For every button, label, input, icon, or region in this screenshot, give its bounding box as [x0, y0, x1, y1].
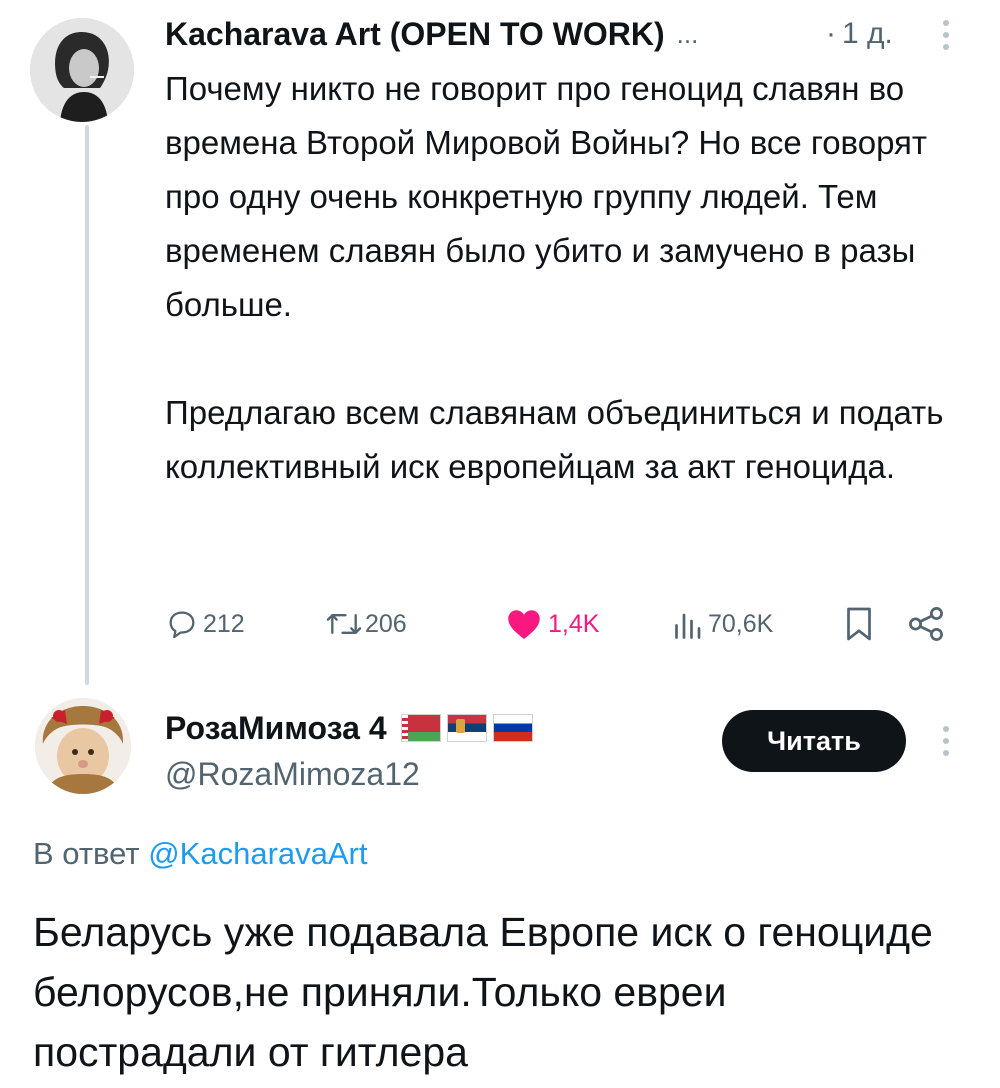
- in-reply-to: В ответ @KacharavaArt: [33, 836, 368, 872]
- time-separator: ·: [826, 17, 836, 50]
- tweet-paragraph-1: Почему никто не говорит про геноцид слав…: [165, 70, 928, 323]
- reply-more-icon[interactable]: [943, 726, 949, 762]
- thread-connector: [85, 125, 89, 685]
- heart-icon: [506, 607, 542, 641]
- views-button[interactable]: 70,6K: [672, 604, 773, 644]
- like-count: 1,4K: [548, 609, 600, 638]
- more-icon[interactable]: [943, 20, 949, 56]
- repost-count: 206: [365, 609, 407, 638]
- tweet-text: Почему никто не говорит про геноцид слав…: [165, 62, 965, 494]
- reply-button[interactable]: 212: [165, 604, 245, 644]
- like-button[interactable]: 1,4K: [506, 604, 599, 644]
- tweet-time[interactable]: 1 д.: [842, 17, 893, 51]
- reply-count: 212: [203, 609, 245, 638]
- repost-icon: [325, 607, 363, 641]
- reply-author-avatar[interactable]: [35, 698, 131, 794]
- reply-author-name[interactable]: РозаМимоза 4: [165, 710, 387, 747]
- author-name[interactable]: Kacharava Art (OPEN TO WORK): [165, 16, 665, 53]
- views-icon: [672, 607, 702, 641]
- name-ellipsis: ...: [676, 18, 699, 49]
- follow-button[interactable]: Читать: [722, 710, 906, 772]
- russia-flag: [492, 714, 533, 742]
- tweet-paragraph-2: Предлагаю всем славянам объединиться и п…: [165, 394, 944, 485]
- repost-button[interactable]: 206: [325, 604, 407, 644]
- serbia-flag: [446, 714, 487, 742]
- reply-icon: [165, 607, 199, 641]
- reply-text: Беларусь уже подавала Европе иск о геноц…: [33, 909, 933, 1075]
- reply-author-handle[interactable]: @RozaMimoza12: [165, 756, 420, 793]
- in-reply-prefix: В ответ: [33, 836, 140, 871]
- share-icon[interactable]: [906, 606, 946, 647]
- author-avatar[interactable]: [30, 18, 134, 122]
- in-reply-handle-link[interactable]: @KacharavaArt: [148, 836, 367, 871]
- belarus-flag: [400, 714, 441, 742]
- bookmark-icon[interactable]: [844, 606, 874, 647]
- views-count: 70,6K: [708, 609, 774, 638]
